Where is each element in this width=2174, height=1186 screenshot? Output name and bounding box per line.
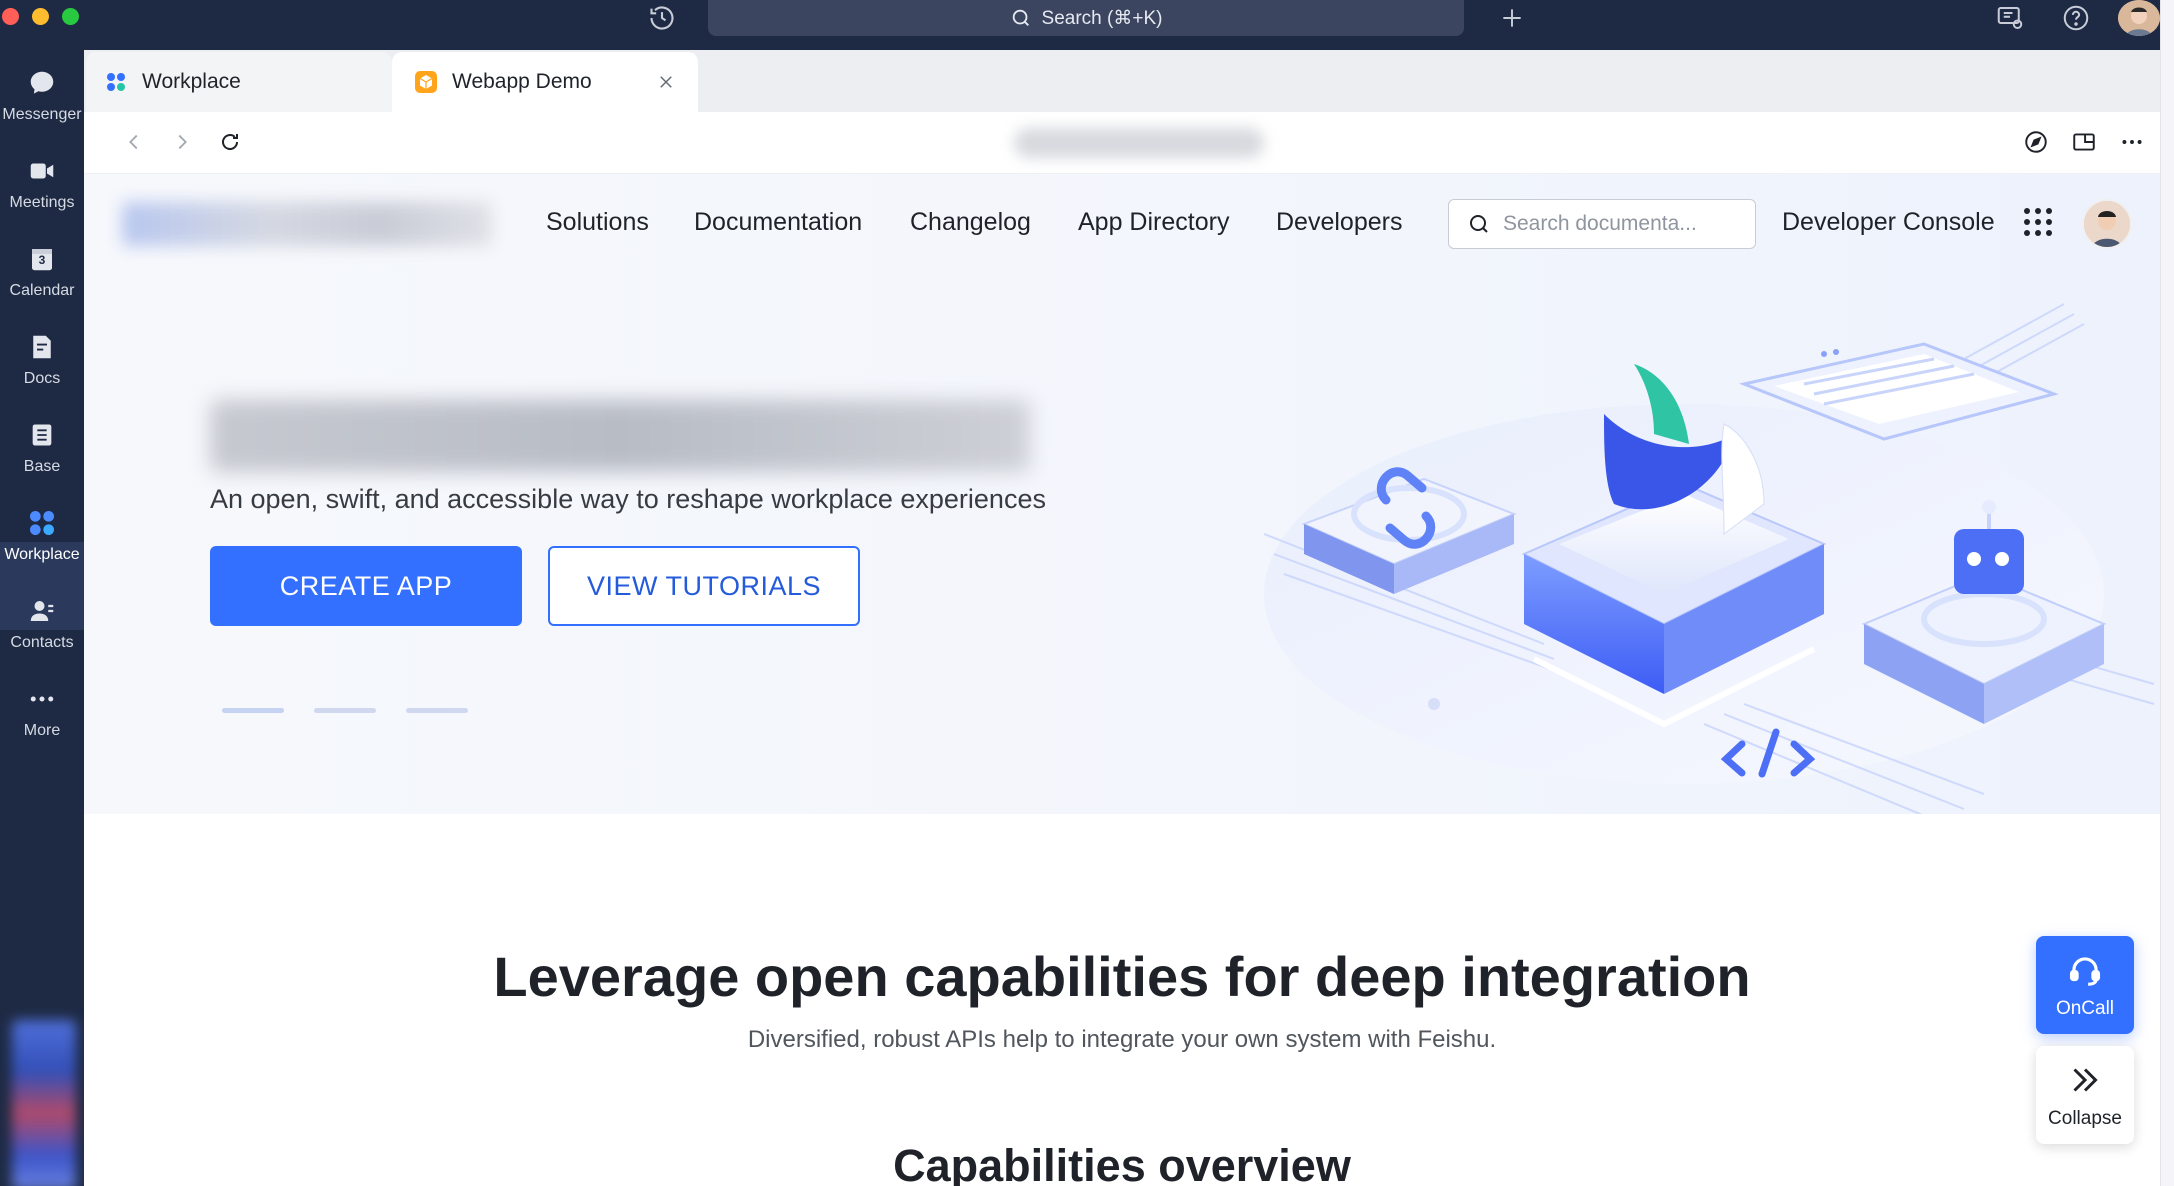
- more-icon: [25, 682, 59, 716]
- rail-item-calendar[interactable]: 3 Calendar: [0, 242, 84, 322]
- rail-item-messenger[interactable]: Messenger: [0, 66, 84, 146]
- hero-section: Solutions Documentation Changelog App Di…: [84, 174, 2160, 814]
- global-search-bar[interactable]: Search (⌘+K): [708, 0, 1464, 36]
- docs-icon: [25, 330, 59, 364]
- base-icon: [25, 418, 59, 452]
- double-chevron-right-icon: [2065, 1060, 2105, 1100]
- browser-navbar: [84, 112, 2160, 174]
- hero-subtitle: An open, swift, and accessible way to re…: [210, 484, 1046, 514]
- window-close-button[interactable]: [2, 8, 19, 25]
- rail-item-docs[interactable]: Docs: [0, 330, 84, 410]
- headset-icon: [2065, 950, 2105, 990]
- webapp-cube-icon: [414, 70, 438, 94]
- rail-label-more: More: [23, 722, 61, 739]
- device-icon[interactable]: [1994, 2, 2026, 34]
- nav-solutions[interactable]: Solutions: [546, 208, 649, 237]
- documentation-search-input[interactable]: [1503, 212, 1743, 236]
- rail-label-docs: Docs: [23, 370, 61, 387]
- window-edge: [2160, 0, 2174, 1186]
- web-page: Solutions Documentation Changelog App Di…: [84, 174, 2160, 1186]
- nav-app-directory[interactable]: App Directory: [1078, 208, 1229, 237]
- nav-changelog[interactable]: Changelog: [910, 208, 1031, 237]
- create-app-button[interactable]: CREATE APP: [210, 546, 522, 626]
- split-window-icon[interactable]: [2068, 126, 2100, 158]
- rail-label-messenger: Messenger: [2, 106, 82, 123]
- window-minimize-button[interactable]: [32, 8, 49, 25]
- capabilities-subheading: Diversified, robust APIs help to integra…: [747, 1026, 1497, 1053]
- more-options-icon[interactable]: [2116, 126, 2148, 158]
- documentation-search[interactable]: [1448, 199, 1756, 249]
- hero-title-blurred: [210, 400, 1030, 472]
- tab-workplace[interactable]: Workplace: [86, 52, 392, 112]
- tab-label: Workplace: [142, 70, 241, 93]
- pinned-apps-blurred: [12, 1020, 76, 1186]
- calendar-day-badge: 3: [38, 253, 46, 267]
- nav-developers[interactable]: Developers: [1276, 208, 1402, 237]
- view-tutorials-button[interactable]: VIEW TUTORIALS: [548, 546, 860, 626]
- tab-label: Webapp Demo: [452, 70, 592, 93]
- reload-icon[interactable]: [214, 126, 246, 158]
- oncall-label: OnCall: [2055, 998, 2115, 1019]
- account-avatar[interactable]: [2082, 199, 2132, 249]
- collapse-button[interactable]: Collapse: [2036, 1046, 2134, 1144]
- site-header: Solutions Documentation Changelog App Di…: [84, 174, 2160, 274]
- capabilities-heading: Leverage open capabilities for deep inte…: [493, 945, 1751, 1008]
- rail-label-base: Base: [23, 458, 61, 475]
- rail-item-workplace[interactable]: Workplace: [0, 506, 84, 586]
- hero-illustration: [1263, 303, 2155, 814]
- contacts-icon: [25, 594, 59, 628]
- global-search-label: Search (⌘+K): [1041, 7, 1163, 29]
- window-zoom-button[interactable]: [62, 8, 79, 25]
- search-icon: [1012, 9, 1029, 26]
- site-logo-blurred[interactable]: [122, 202, 492, 246]
- compass-icon[interactable]: [2020, 126, 2052, 158]
- app-rail: Messenger Meetings 3 Calendar Docs Base …: [0, 50, 84, 1186]
- collapse-label: Collapse: [2048, 1108, 2122, 1129]
- video-camera-icon: [25, 154, 59, 188]
- rail-item-contacts[interactable]: Contacts: [0, 594, 84, 674]
- rail-item-meetings[interactable]: Meetings: [0, 154, 84, 234]
- messenger-icon: [25, 66, 59, 100]
- carousel-dot[interactable]: [222, 708, 284, 713]
- tab-webapp-demo[interactable]: Webapp Demo: [392, 52, 698, 112]
- forward-icon[interactable]: [166, 126, 198, 158]
- rail-label-calendar: Calendar: [9, 282, 75, 299]
- workplace-icon: [104, 70, 128, 94]
- history-icon[interactable]: [646, 2, 678, 34]
- rail-label-workplace: Workplace: [4, 546, 80, 563]
- nav-documentation[interactable]: Documentation: [694, 208, 862, 237]
- developer-console-link[interactable]: Developer Console: [1782, 208, 1995, 237]
- rail-item-more[interactable]: More: [0, 682, 84, 762]
- browser-frame: Workplace Webapp Demo Solutions Document…: [84, 50, 2160, 1186]
- rail-label-meetings: Meetings: [9, 194, 75, 211]
- carousel-dot[interactable]: [314, 708, 376, 713]
- oncall-button[interactable]: OnCall: [2036, 936, 2134, 1034]
- calendar-icon: 3: [25, 242, 59, 276]
- rail-item-base[interactable]: Base: [0, 418, 84, 498]
- rail-label-contacts: Contacts: [10, 634, 74, 651]
- close-icon[interactable]: [654, 70, 678, 94]
- back-icon[interactable]: [118, 126, 150, 158]
- window-titlebar: Search (⌘+K): [0, 0, 2174, 50]
- add-tab-icon[interactable]: [1496, 2, 1528, 34]
- apps-grid-icon[interactable]: [2020, 204, 2056, 240]
- url-bar-blurred[interactable]: [1014, 128, 1264, 158]
- search-icon: [1470, 215, 1488, 233]
- help-icon[interactable]: [2060, 2, 2092, 34]
- workplace-icon: [25, 506, 59, 540]
- tab-strip: Workplace Webapp Demo: [84, 50, 2160, 112]
- capabilities-overview-heading: Capabilities overview: [893, 1140, 1351, 1186]
- user-avatar[interactable]: [2118, 0, 2160, 36]
- carousel-dot[interactable]: [406, 708, 468, 713]
